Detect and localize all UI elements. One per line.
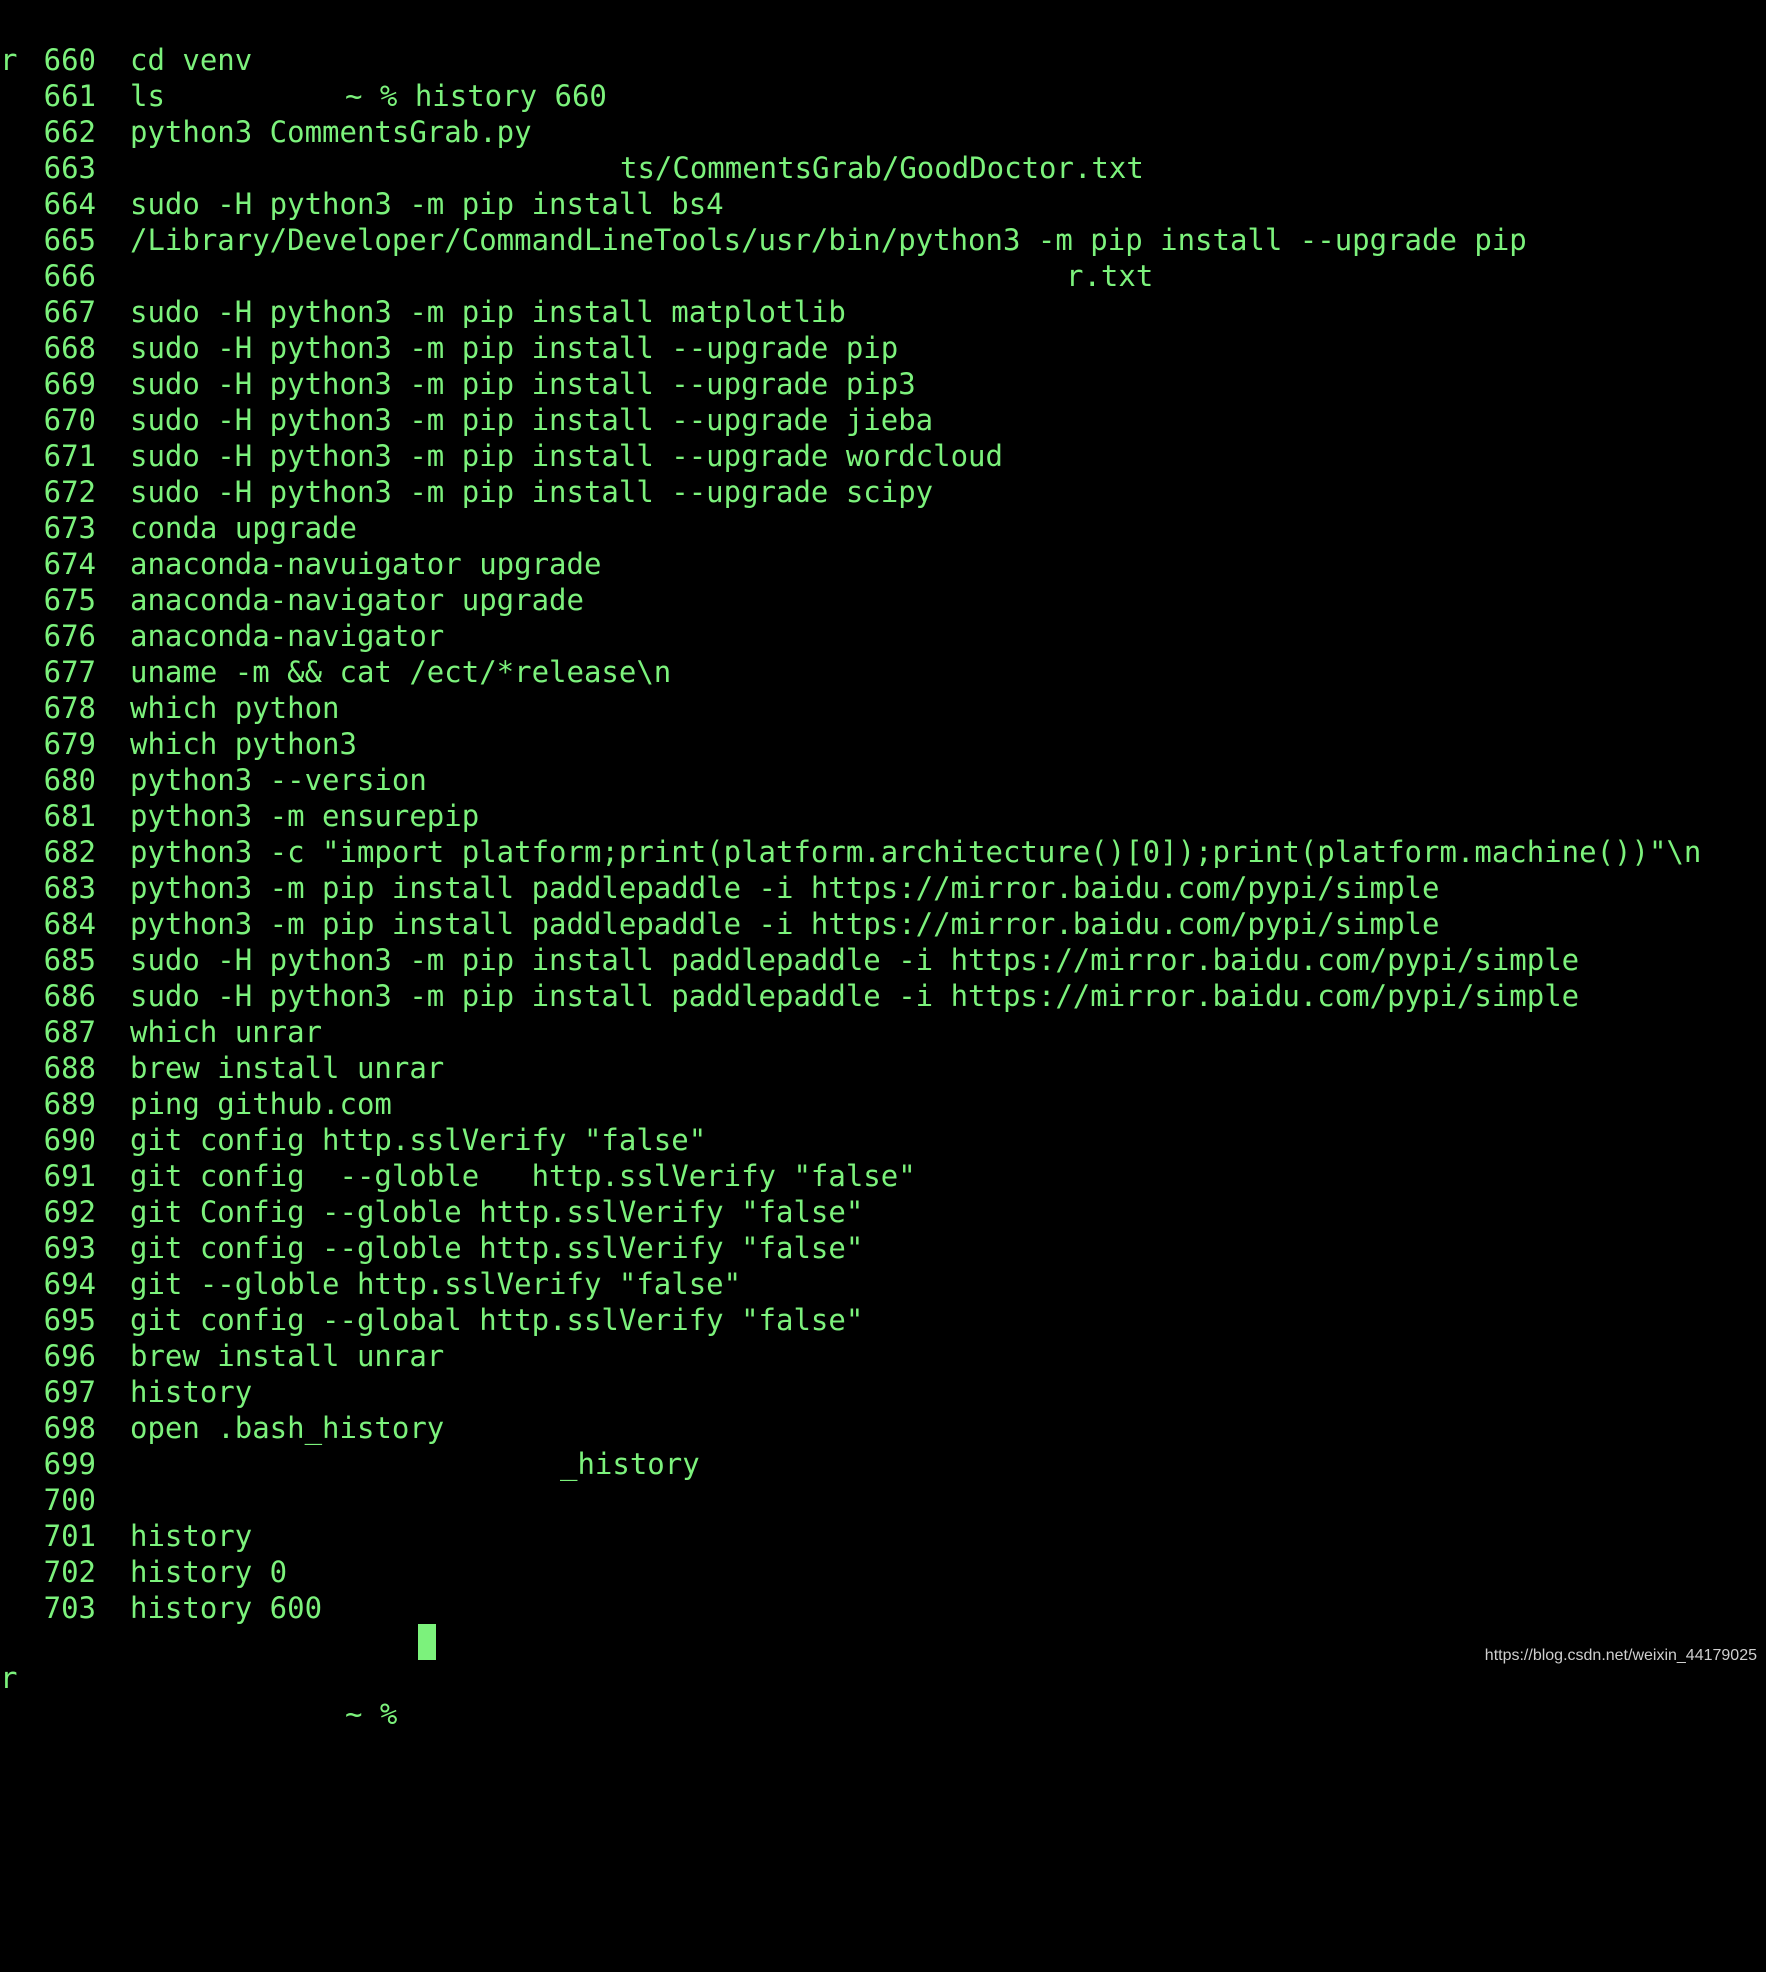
history-command: which unrar <box>130 1015 323 1049</box>
history-number: 669 <box>43 367 96 401</box>
history-number: 695 <box>43 1303 96 1337</box>
history-number: 693 <box>43 1231 96 1265</box>
history-command: python3 -m pip install paddlepaddle -i h… <box>130 871 1440 905</box>
history-number: 670 <box>43 403 96 437</box>
prompt-symbol: ~ % <box>345 1697 398 1731</box>
history-command: sudo -H python3 -m pip install --upgrade… <box>130 403 934 437</box>
history-command: ls <box>130 79 165 113</box>
history-number: 687 <box>43 1015 96 1049</box>
history-command: which python <box>130 691 340 725</box>
history-command: history <box>130 1519 253 1553</box>
history-number: 678 <box>43 691 96 725</box>
history-number: 665 <box>43 223 96 257</box>
history-number: 662 <box>43 115 96 149</box>
history-command: uname -m && cat /ect/*release\n <box>130 655 672 689</box>
terminal-cursor[interactable] <box>418 1624 436 1660</box>
history-command: cd venv <box>130 43 253 77</box>
history-number: 682 <box>43 835 96 869</box>
history-command: _history <box>560 1447 700 1481</box>
history-output: 660 cd venv 661 ls 662 python3 CommentsGrab… <box>0 43 1766 1734</box>
history-command: sudo -H python3 -m pip install paddlepad… <box>130 943 1580 977</box>
history-number: 675 <box>43 583 96 617</box>
history-command: git --globle http.sslVerify "false" <box>130 1267 742 1301</box>
bottom-prompt-line[interactable]: r ~ % <box>0 1624 397 1731</box>
history-number: 691 <box>43 1159 96 1193</box>
history-command: sudo -H python3 -m pip install --upgrade… <box>130 331 899 365</box>
history-command: sudo -H python3 -m pip install --upgrade… <box>130 439 1003 473</box>
history-command: sudo -H python3 -m pip install --upgrade… <box>130 475 934 509</box>
history-command: python3 CommentsGrab.py <box>130 115 532 149</box>
history-command: brew install unrar <box>130 1051 445 1085</box>
history-number: 700 <box>43 1483 96 1517</box>
history-command: /Library/Developer/CommandLineTools/usr/… <box>130 223 1527 257</box>
top-prompt-line: r ~ % history 660 <box>0 6 607 113</box>
history-command: ping github.com <box>130 1087 392 1121</box>
history-number: 697 <box>43 1375 96 1409</box>
history-command: sudo -H python3 -m pip install paddlepad… <box>130 979 1580 1013</box>
history-number: 672 <box>43 475 96 509</box>
history-number: 684 <box>43 907 96 941</box>
history-command: anaconda-navigator <box>130 619 445 653</box>
history-number: 677 <box>43 655 96 689</box>
history-command: history <box>130 1375 253 1409</box>
history-number: 689 <box>43 1087 96 1121</box>
history-command: python3 --version <box>130 763 427 797</box>
history-command: anaconda-navuigator upgrade <box>130 547 602 581</box>
history-number: 702 <box>43 1555 96 1589</box>
history-number: 694 <box>43 1267 96 1301</box>
history-command: history 0 <box>130 1555 288 1589</box>
history-number: 673 <box>43 511 96 545</box>
history-command: git Config --globle http.sslVerify "fals… <box>130 1195 864 1229</box>
history-command: history 600 <box>130 1591 323 1625</box>
history-number: 681 <box>43 799 96 833</box>
history-number: 688 <box>43 1051 96 1085</box>
history-number: 679 <box>43 727 96 761</box>
history-number: 667 <box>43 295 96 329</box>
history-number: 698 <box>43 1411 96 1445</box>
history-command: anaconda-navigator upgrade <box>130 583 584 617</box>
history-number: 680 <box>43 763 96 797</box>
history-number: 692 <box>43 1195 96 1229</box>
history-number: 671 <box>43 439 96 473</box>
history-command: brew install unrar <box>130 1339 445 1373</box>
history-command: ts/CommentsGrab/GoodDoctor.txt <box>620 151 1144 185</box>
history-command: sudo -H python3 -m pip install matplotli… <box>130 295 846 329</box>
history-command: git config --globle http.sslVerify "fals… <box>130 1231 864 1265</box>
history-number: 701 <box>43 1519 96 1553</box>
watermark: https://blog.csdn.net/weixin_44179025 <box>1484 1647 1757 1664</box>
history-command: python3 -m ensurepip <box>130 799 480 833</box>
history-command: sudo -H python3 -m pip install --upgrade… <box>130 367 916 401</box>
history-command: open .bash_history <box>130 1411 445 1445</box>
history-command: git config http.sslVerify "false" <box>130 1123 707 1157</box>
history-command: python3 -m pip install paddlepaddle -i h… <box>130 907 1440 941</box>
history-number: 683 <box>43 871 96 905</box>
history-number: 660 <box>43 43 96 77</box>
history-number: 685 <box>43 943 96 977</box>
prompt-host-fragment: r <box>0 43 18 77</box>
history-command: git config --global http.sslVerify "fals… <box>130 1303 864 1337</box>
history-number: 666 <box>43 259 96 293</box>
history-number: 668 <box>43 331 96 365</box>
history-command: sudo -H python3 -m pip install bs4 <box>130 187 724 221</box>
history-number: 696 <box>43 1339 96 1373</box>
history-number: 661 <box>43 79 96 113</box>
history-command: git config --globle http.sslVerify "fals… <box>130 1159 916 1193</box>
history-number: 699 <box>43 1447 96 1481</box>
prompt-command: ~ % history 660 <box>345 79 607 113</box>
history-command: conda upgrade <box>130 511 357 545</box>
history-command: which python3 <box>130 727 357 761</box>
history-command: python3 -c "import platform;print(platfo… <box>130 835 1702 869</box>
history-number: 674 <box>43 547 96 581</box>
history-number: 686 <box>43 979 96 1013</box>
history-number: 676 <box>43 619 96 653</box>
history-number: 664 <box>43 187 96 221</box>
history-number: 703 <box>43 1591 96 1625</box>
history-number: 663 <box>43 151 96 185</box>
prompt-host-fragment: r <box>0 1661 18 1695</box>
terminal-window[interactable]: r ~ % history 660 660 cd venv 661 ls 662 py… <box>0 0 1766 1731</box>
history-command: r.txt <box>1066 259 1154 293</box>
history-number: 690 <box>43 1123 96 1157</box>
